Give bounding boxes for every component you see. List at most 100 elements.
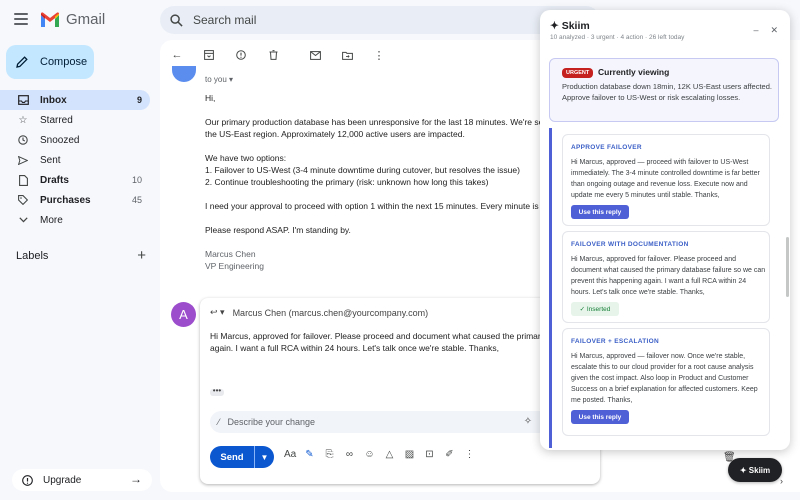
close-icon[interactable]: ✕: [770, 25, 778, 36]
sidebar-item-sent[interactable]: Sent: [0, 150, 150, 170]
add-label-icon[interactable]: +: [137, 247, 146, 264]
send-options-icon[interactable]: ▼: [254, 446, 274, 468]
main-menu-icon[interactable]: [14, 13, 28, 25]
reply-suggestion-card: FAILOVER WITH DOCUMENTATION Hi Marcus, a…: [562, 231, 770, 323]
search-input[interactable]: [193, 13, 553, 27]
reply-line: again. I want a full RCA within 24 hours…: [210, 343, 499, 353]
search-bar[interactable]: [160, 6, 600, 34]
link-icon[interactable]: ∞: [344, 449, 355, 460]
gmail-logo[interactable]: Gmail: [40, 11, 105, 28]
send-button[interactable]: Send: [210, 446, 254, 468]
scrollbar[interactable]: [786, 237, 789, 297]
caret-down-icon: ▾: [229, 75, 234, 84]
reply-header: ↩ ▾ Marcus Chen (marcus.chen@yourcompany…: [210, 307, 428, 318]
formatting-toolbar: Aa ✎ ⎘ ∞ ☺ △ ▨ ⊡ ✐ ⋮: [284, 449, 475, 460]
search-icon[interactable]: [170, 13, 183, 27]
skiim-panel: ✦ Skiim 10 analyzed · 3 urgent · 4 actio…: [540, 10, 790, 450]
chevron-down-icon: [16, 213, 30, 227]
sidebar-item-snoozed[interactable]: Snoozed: [0, 130, 150, 150]
upgrade-label: Upgrade: [43, 474, 82, 486]
attach-icon[interactable]: ⎘: [324, 449, 335, 460]
drive-icon[interactable]: △: [384, 449, 395, 460]
minimize-icon[interactable]: –: [753, 25, 758, 36]
upgrade-button[interactable]: Upgrade →: [12, 469, 152, 491]
sidebar-item-label: Purchases: [40, 194, 91, 206]
report-spam-icon[interactable]: [234, 48, 248, 62]
urgent-badge: URGENT: [562, 68, 594, 78]
archive-icon[interactable]: [202, 48, 216, 62]
item-count: 10: [131, 175, 142, 185]
signature-pen-icon[interactable]: ✐: [444, 449, 455, 460]
recipient-line[interactable]: to you ▾: [205, 75, 233, 84]
ai-pen-icon[interactable]: ✎: [304, 449, 315, 460]
sidebar-item-label: Drafts: [40, 174, 69, 186]
send-icon: [16, 153, 30, 167]
currently-viewing-card: URGENT Currently viewing Production data…: [549, 58, 779, 122]
panel-controls: – ✕: [753, 25, 778, 36]
to-label: to you: [205, 75, 227, 84]
reply-recipient[interactable]: Marcus Chen (marcus.chen@yourcompany.com…: [233, 308, 429, 318]
expand-side-panel-icon[interactable]: ›: [780, 476, 783, 486]
app-name: Gmail: [66, 11, 106, 28]
sidebar-item-more[interactable]: More: [0, 210, 150, 230]
labels-title: Labels: [16, 249, 49, 262]
skiim-stats: 10 analyzed · 3 urgent · 4 action · 26 l…: [550, 34, 685, 41]
clock-icon: [16, 133, 30, 147]
inserted-badge: ✓ Inserted: [571, 302, 619, 316]
item-count: 45: [131, 195, 142, 205]
mark-unread-icon[interactable]: [308, 48, 322, 62]
sidebar-item-purchases[interactable]: Purchases 45: [0, 190, 150, 210]
ai-describe-bar[interactable]: ⁄ ✧ ▣ ➤: [210, 411, 590, 433]
send-group: Send ▼: [210, 446, 274, 468]
arrow-right-icon: →: [130, 472, 142, 486]
labels-header: Labels +: [16, 247, 146, 264]
emoji-icon[interactable]: ☺: [364, 449, 375, 460]
skiim-launcher-button[interactable]: ✦ Skiim: [728, 458, 782, 482]
sender-avatar[interactable]: [172, 66, 196, 82]
pencil-icon: [16, 56, 28, 68]
move-to-icon[interactable]: [340, 48, 354, 62]
suggestion-title: APPROVE FAILOVER: [571, 144, 642, 151]
sidebar-item-label: Snoozed: [40, 134, 80, 146]
back-arrow-icon[interactable]: ←: [170, 48, 184, 62]
skiim-title: ✦ Skiim: [550, 20, 590, 32]
sidebar-item-label: Inbox: [40, 94, 67, 106]
info-icon: [22, 474, 33, 486]
describe-change-input[interactable]: [227, 417, 428, 427]
compose-label: Compose: [40, 56, 88, 68]
magic-wand-icon: ⁄: [218, 417, 220, 427]
email-summary: Production database down 18min, 12K US-E…: [562, 82, 772, 102]
unread-count: 9: [136, 95, 142, 105]
text-format-icon[interactable]: Aa: [284, 449, 296, 460]
more-vert-icon[interactable]: ⋮: [372, 48, 386, 62]
reply-body[interactable]: Hi Marcus, approved for failover. Please…: [210, 330, 590, 354]
inbox-icon: [16, 93, 30, 107]
gmail-m-icon: [41, 11, 59, 27]
use-reply-button[interactable]: Use this reply: [571, 410, 629, 424]
suggestion-text: Hi Marcus, approved — failover now. Once…: [571, 353, 758, 404]
show-trimmed-content-button[interactable]: •••: [210, 387, 224, 396]
sidebar-item-inbox[interactable]: Inbox 9: [0, 90, 150, 110]
suggestion-title: FAILOVER WITH DOCUMENTATION: [571, 241, 689, 248]
suggestion-text: Hi Marcus, approved — proceed with failo…: [571, 159, 760, 199]
sidebar-item-label: More: [40, 214, 63, 226]
star-icon: ☆: [18, 114, 28, 126]
reply-suggestion-card: APPROVE FAILOVER Hi Marcus, approved — p…: [562, 134, 770, 226]
use-reply-button[interactable]: Use this reply: [571, 205, 629, 219]
sidebar-nav: Inbox 9 ☆ Starred Snoozed Sent Drafts 10…: [0, 90, 150, 230]
suggestion-text: Hi Marcus, approved for failover. Please…: [571, 256, 766, 296]
sidebar-item-label: Sent: [40, 154, 61, 166]
sidebar-item-label: Starred: [40, 114, 73, 126]
reply-line: Hi Marcus, approved for failover. Please…: [210, 331, 557, 341]
reply-type-icon[interactable]: ↩ ▾: [210, 307, 225, 318]
trash-icon[interactable]: [266, 48, 280, 62]
sidebar-item-drafts[interactable]: Drafts 10: [0, 170, 150, 190]
photo-icon[interactable]: ▨: [404, 449, 415, 460]
sidebar-item-starred[interactable]: ☆ Starred: [0, 110, 150, 130]
lock-icon[interactable]: ⊡: [424, 449, 435, 460]
user-avatar[interactable]: A: [171, 302, 196, 327]
sparkle-wand-icon[interactable]: ✧: [524, 416, 532, 427]
compose-button[interactable]: Compose: [6, 45, 94, 79]
more-options-icon[interactable]: ⋮: [464, 449, 475, 460]
suggestion-title: FAILOVER + ESCALATION: [571, 338, 659, 345]
